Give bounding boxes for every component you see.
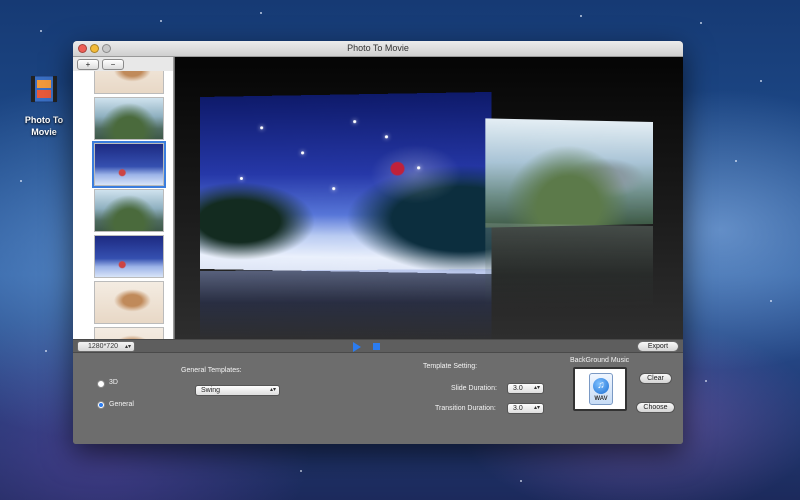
resolution-value: 1280*720 (88, 343, 118, 350)
template-setting-label: Template Setting: (423, 363, 477, 370)
app-window: Photo To Movie + − 1280*720 ▴▾ Export 3D… (73, 41, 683, 444)
transition-duration-value: 3.0 (513, 405, 523, 412)
chevron-updown-icon: ▴▾ (534, 384, 540, 393)
chevron-updown-icon: ▴▾ (125, 342, 131, 352)
resolution-select[interactable]: 1280*720 ▴▾ (77, 341, 135, 352)
clear-music-button[interactable]: Clear (639, 373, 672, 384)
slide-duration-label: Slide Duration: (451, 385, 497, 392)
preview-next-image (485, 118, 653, 227)
thumbnail[interactable] (94, 71, 164, 94)
music-file-type: WAV (590, 396, 612, 402)
slide-duration-value: 3.0 (513, 385, 523, 392)
slide-duration-select[interactable]: 3.0 ▴▾ (507, 383, 544, 394)
thumbnail[interactable] (94, 189, 164, 232)
photo-sidebar: + − (73, 57, 174, 339)
thumbnail[interactable] (94, 327, 164, 339)
transition-duration-label: Transition Duration: (435, 405, 496, 412)
general-templates-label: General Templates: (181, 367, 242, 374)
window-title: Photo To Movie (73, 43, 683, 53)
template-value: Swing (201, 387, 220, 394)
desktop-app-icon[interactable]: Photo To Movie (16, 70, 72, 137)
title-bar[interactable]: Photo To Movie (73, 41, 683, 57)
chevron-updown-icon: ▴▾ (534, 404, 540, 413)
thumbnail-selected[interactable] (94, 143, 164, 186)
thumbnail[interactable] (94, 97, 164, 140)
radio-general[interactable] (97, 401, 105, 409)
thumbnail[interactable] (94, 235, 164, 278)
control-bar: 1280*720 ▴▾ Export (73, 339, 683, 353)
add-photo-button[interactable]: + (77, 59, 99, 70)
play-icon[interactable] (353, 342, 361, 352)
preview-next-reflection (485, 223, 653, 309)
preview-main-image (200, 92, 491, 274)
radio-general-label: General (109, 401, 134, 408)
template-select[interactable]: Swing ▴▾ (195, 385, 280, 396)
desktop-icon-label-1: Photo To (16, 115, 72, 125)
background-music-label: BackGround Music (570, 357, 629, 364)
music-file-well[interactable]: ♫ WAV (573, 367, 627, 411)
stop-icon[interactable] (373, 343, 380, 350)
wav-file-icon: ♫ WAV (589, 373, 613, 405)
thumbnail[interactable] (94, 281, 164, 324)
thumbnail-list[interactable] (73, 71, 173, 339)
radio-3d-label: 3D (109, 379, 118, 386)
remove-photo-button[interactable]: − (102, 59, 124, 70)
music-note-icon: ♫ (593, 378, 609, 394)
preview-main-reflection (200, 269, 491, 339)
chevron-updown-icon: ▴▾ (270, 386, 276, 395)
preview-stage[interactable] (175, 57, 683, 339)
export-button[interactable]: Export (637, 341, 679, 352)
film-icon (25, 70, 63, 108)
radio-3d[interactable] (97, 380, 105, 388)
desktop-icon-label-2: Movie (16, 127, 72, 137)
settings-panel: 3D General General Templates: Swing ▴▾ T… (73, 353, 683, 444)
transition-duration-select[interactable]: 3.0 ▴▾ (507, 403, 544, 414)
choose-music-button[interactable]: Choose (636, 402, 675, 413)
